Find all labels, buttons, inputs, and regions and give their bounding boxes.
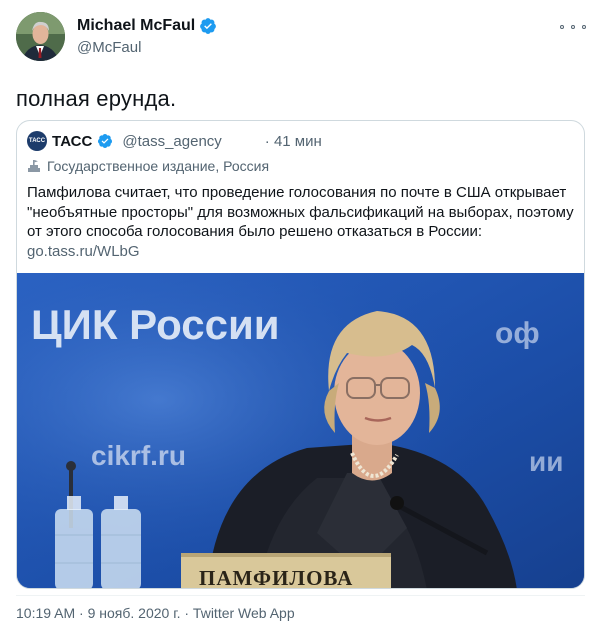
state-media-label[interactable]: Государственное издание, Россия [27, 158, 269, 174]
quoted-tweet[interactable]: ТАСС ТАСС @tass_agency · 41 мин Государс… [16, 120, 585, 589]
image-sign-right: оф [495, 317, 540, 350]
image-sign-site: cikrf.ru [91, 440, 186, 471]
quote-image[interactable]: ЦИК России cikrf.ru оф ии ПАМФИЛОВА [17, 273, 584, 589]
quote-author-name: ТАСС [52, 132, 93, 150]
tweet-text: полная ерунда. [16, 86, 177, 111]
quote-timestamp[interactable]: · 41 мин [265, 133, 322, 150]
quote-author-handle: @tass_agency [122, 132, 222, 150]
state-media-label-text: Государственное издание, Россия [47, 158, 270, 174]
image-sign-right2: ии [529, 446, 563, 477]
author-name[interactable]: Michael McFaul [77, 17, 195, 35]
image-sign-main: ЦИК России [31, 301, 280, 348]
tweet-metadata[interactable]: 10:19 AM · 9 нояб. 2020 г. · Twitter Web… [16, 605, 295, 621]
author-handle[interactable]: @McFaul [77, 39, 217, 56]
verified-badge-icon [98, 134, 113, 148]
footer-divider [16, 595, 585, 596]
author-block: Michael McFaul @McFaul [77, 17, 217, 56]
podium-icon [28, 160, 40, 172]
more-options-icon[interactable] [560, 20, 586, 34]
quote-body: Памфилова считает, что проведение голосо… [27, 184, 574, 240]
tweet: Michael McFaul @McFaul полная ерунда. ТА… [0, 0, 601, 635]
verified-badge-icon [200, 18, 217, 34]
image-nameplate: ПАМФИЛОВА [199, 566, 353, 589]
quote-text: Памфилова считает, что проведение голосо… [27, 183, 577, 261]
quote-header: ТАСС ТАСС @tass_agency · 41 мин [27, 131, 322, 151]
quote-avatar[interactable]: ТАСС [27, 131, 47, 151]
quote-link[interactable]: go.tass.ru/WLbG [27, 242, 577, 262]
avatar[interactable] [16, 12, 65, 61]
